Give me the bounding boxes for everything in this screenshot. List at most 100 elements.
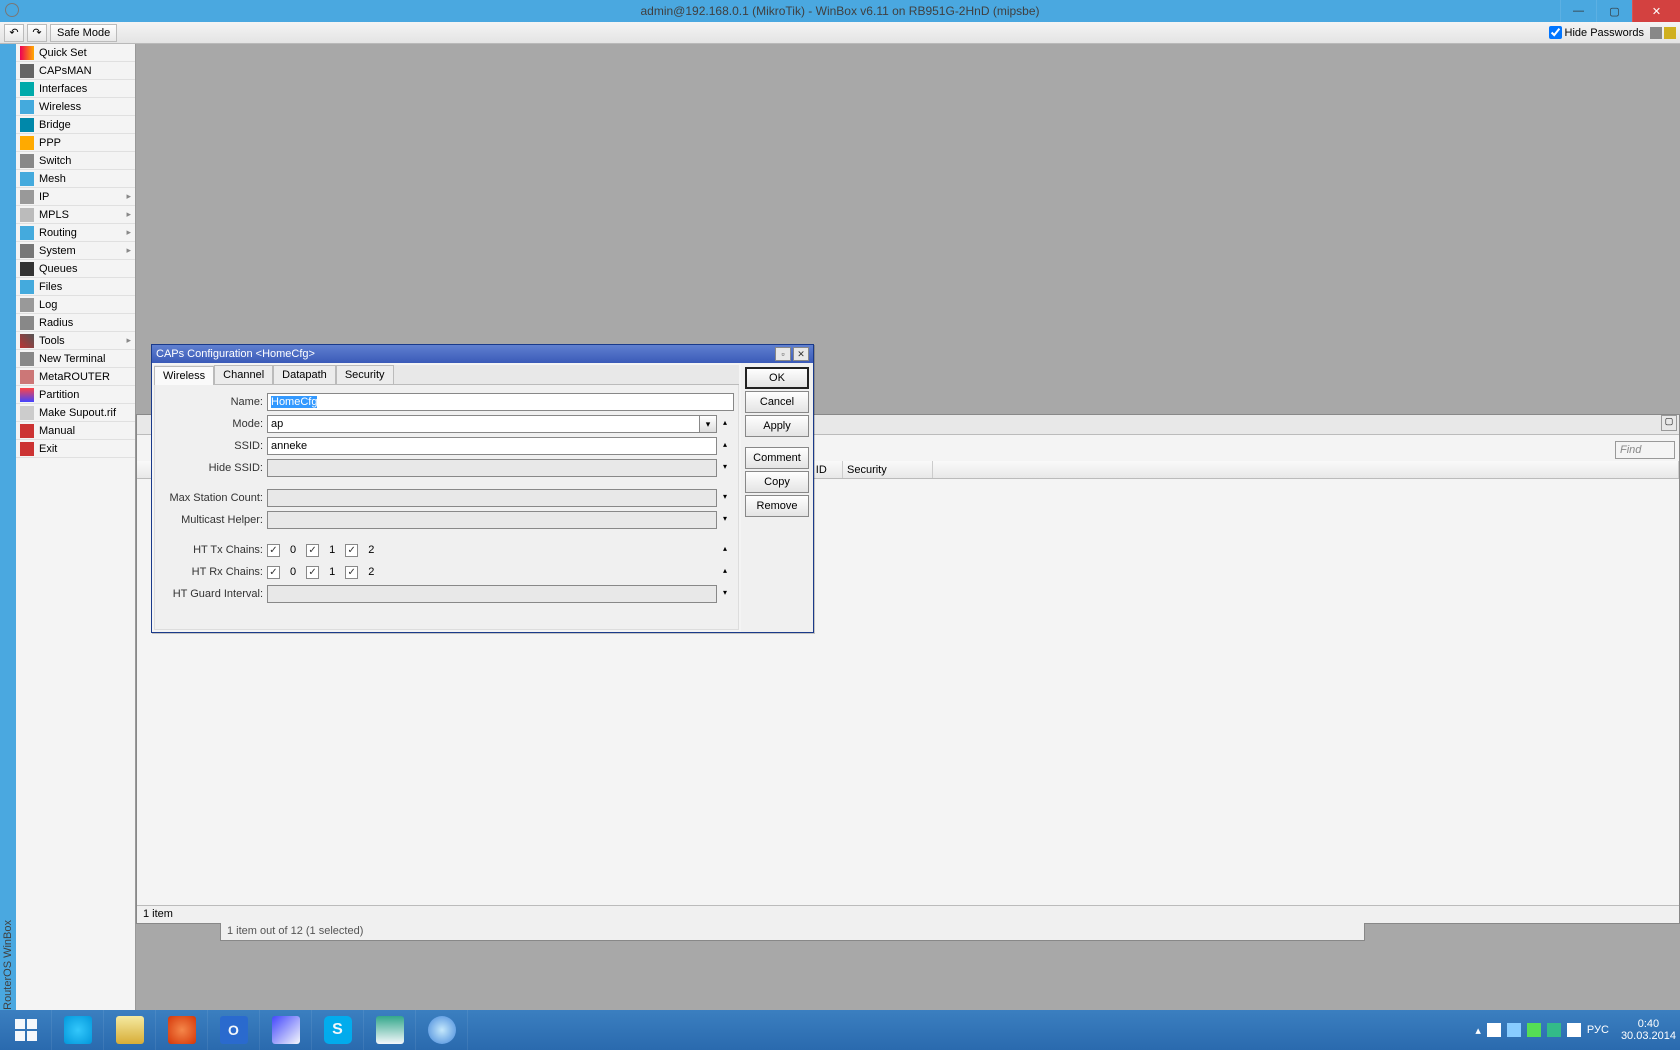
undo-button[interactable]: ↶ bbox=[4, 24, 24, 42]
taskbar-outlook[interactable]: O bbox=[208, 1010, 260, 1050]
sidebar-item-exit[interactable]: Exit bbox=[16, 440, 135, 458]
cancel-button[interactable]: Cancel bbox=[745, 391, 809, 413]
ok-button[interactable]: OK bbox=[745, 367, 809, 389]
taskbar-winbox[interactable] bbox=[416, 1010, 468, 1050]
tab-channel[interactable]: Channel bbox=[214, 365, 273, 384]
taskbar-explorer[interactable] bbox=[104, 1010, 156, 1050]
tab-datapath[interactable]: Datapath bbox=[273, 365, 336, 384]
col-blank bbox=[933, 461, 1679, 478]
taskbar-skype[interactable]: S bbox=[312, 1010, 364, 1050]
col-security[interactable]: Security bbox=[843, 461, 933, 478]
input-max-station[interactable] bbox=[267, 489, 717, 507]
submenu-arrow-icon: ▸ bbox=[126, 227, 131, 238]
rx-chain-1-checkbox[interactable]: ✓ bbox=[306, 566, 319, 579]
i-radius-icon bbox=[20, 316, 34, 330]
tx-chain-2-checkbox[interactable]: ✓ bbox=[345, 544, 358, 557]
guard-down-icon[interactable]: ▾ bbox=[716, 585, 734, 603]
find-input[interactable]: Find bbox=[1615, 441, 1675, 459]
sidebar-item-partition[interactable]: Partition bbox=[16, 386, 135, 404]
mode-up-icon[interactable]: ▴ bbox=[716, 415, 734, 433]
input-hide-ssid[interactable] bbox=[267, 459, 717, 477]
tray-network-icon[interactable] bbox=[1547, 1023, 1561, 1037]
sidebar-item-tools[interactable]: Tools▸ bbox=[16, 332, 135, 350]
sidebar-item-routing[interactable]: Routing▸ bbox=[16, 224, 135, 242]
ssid-up-icon[interactable]: ▴ bbox=[716, 437, 734, 455]
dialog-close-button[interactable]: ✕ bbox=[793, 347, 809, 361]
safe-mode-button[interactable]: Safe Mode bbox=[50, 24, 117, 42]
tab-security[interactable]: Security bbox=[336, 365, 394, 384]
taskbar-app5[interactable] bbox=[260, 1010, 312, 1050]
sidebar-item-switch[interactable]: Switch bbox=[16, 152, 135, 170]
dialog-restore-button[interactable]: ▫ bbox=[775, 347, 791, 361]
taskbar-firefox[interactable] bbox=[156, 1010, 208, 1050]
sidebar-item-quick-set[interactable]: Quick Set bbox=[16, 44, 135, 62]
tx-up-icon[interactable]: ▴ bbox=[716, 541, 734, 559]
i-ppp-icon bbox=[20, 136, 34, 150]
sidebar-item-wireless[interactable]: Wireless bbox=[16, 98, 135, 116]
sidebar-item-system[interactable]: System▸ bbox=[16, 242, 135, 260]
tray-flag-icon[interactable] bbox=[1487, 1023, 1501, 1037]
sidebar-item-mpls[interactable]: MPLS▸ bbox=[16, 206, 135, 224]
input-ssid[interactable]: anneke bbox=[267, 437, 717, 455]
hide-passwords-checkbox[interactable] bbox=[1549, 26, 1562, 39]
comment-button[interactable]: Comment bbox=[745, 447, 809, 469]
rx-chain-2-checkbox[interactable]: ✓ bbox=[345, 566, 358, 579]
minimize-button[interactable]: — bbox=[1560, 0, 1596, 22]
apply-button[interactable]: Apply bbox=[745, 415, 809, 437]
i-queue-icon bbox=[20, 262, 34, 276]
input-name[interactable]: HomeCfg bbox=[267, 393, 734, 411]
mode-dropdown-icon[interactable]: ▾ bbox=[699, 415, 717, 433]
sidebar-item-files[interactable]: Files bbox=[16, 278, 135, 296]
start-button[interactable] bbox=[0, 1010, 52, 1050]
hide-ssid-down-icon[interactable]: ▾ bbox=[716, 459, 734, 477]
sidebar-item-capsman[interactable]: CAPsMAN bbox=[16, 62, 135, 80]
sidebar-item-mesh[interactable]: Mesh bbox=[16, 170, 135, 188]
rx-chain-0-checkbox[interactable]: ✓ bbox=[267, 566, 280, 579]
label-name: Name: bbox=[159, 396, 267, 408]
copy-button[interactable]: Copy bbox=[745, 471, 809, 493]
tray-clock[interactable]: 0:40 30.03.2014 bbox=[1621, 1018, 1676, 1042]
tx-chain-1-checkbox[interactable]: ✓ bbox=[306, 544, 319, 557]
dialog-titlebar[interactable]: CAPs Configuration <HomeCfg> ▫ ✕ bbox=[152, 345, 813, 363]
bg-status-bar: 1 item bbox=[137, 905, 1679, 923]
rx-up-icon[interactable]: ▴ bbox=[716, 563, 734, 581]
maximize-button[interactable]: ▢ bbox=[1596, 0, 1632, 22]
sidebar-item-ppp[interactable]: PPP bbox=[16, 134, 135, 152]
max-station-down-icon[interactable]: ▾ bbox=[716, 489, 734, 507]
input-ht-guard[interactable] bbox=[267, 585, 717, 603]
sidebar-item-metarouter[interactable]: MetaROUTER bbox=[16, 368, 135, 386]
input-multicast[interactable] bbox=[267, 511, 717, 529]
taskbar-ie[interactable] bbox=[52, 1010, 104, 1050]
tray-up-icon[interactable]: ▴ bbox=[1475, 1024, 1481, 1037]
sidebar-item-make-supout-rif[interactable]: Make Supout.rif bbox=[16, 404, 135, 422]
sidebar-item-log[interactable]: Log bbox=[16, 296, 135, 314]
tray-icon-3[interactable] bbox=[1527, 1023, 1541, 1037]
i-bridge-icon bbox=[20, 118, 34, 132]
input-mode[interactable]: ap bbox=[267, 415, 700, 433]
sidebar-item-manual[interactable]: Manual bbox=[16, 422, 135, 440]
label-ht-guard: HT Guard Interval: bbox=[159, 588, 267, 600]
tab-wireless[interactable]: Wireless bbox=[154, 366, 214, 385]
sidebar-item-interfaces[interactable]: Interfaces bbox=[16, 80, 135, 98]
caps-config-dialog: CAPs Configuration <HomeCfg> ▫ ✕ Wireles… bbox=[151, 344, 814, 633]
sidebar-item-ip[interactable]: IP▸ bbox=[16, 188, 135, 206]
sidebar-item-new-terminal[interactable]: New Terminal bbox=[16, 350, 135, 368]
taskbar-app7[interactable] bbox=[364, 1010, 416, 1050]
label-ht-tx: HT Tx Chains: bbox=[159, 544, 267, 556]
sidebar-item-bridge[interactable]: Bridge bbox=[16, 116, 135, 134]
close-button[interactable]: ✕ bbox=[1632, 0, 1680, 22]
i-route-icon bbox=[20, 226, 34, 240]
sidebar-item-radius[interactable]: Radius bbox=[16, 314, 135, 332]
tx-chain-0-checkbox[interactable]: ✓ bbox=[267, 544, 280, 557]
multicast-down-icon[interactable]: ▾ bbox=[716, 511, 734, 529]
tray-speaker-icon[interactable] bbox=[1567, 1023, 1581, 1037]
remove-button[interactable]: Remove bbox=[745, 495, 809, 517]
i-mesh-icon bbox=[20, 172, 34, 186]
sidebar-item-queues[interactable]: Queues bbox=[16, 260, 135, 278]
tray-lang[interactable]: РУС bbox=[1587, 1024, 1609, 1036]
sidebar-item-label: New Terminal bbox=[39, 353, 105, 365]
redo-button[interactable]: ↷ bbox=[27, 24, 47, 42]
bg-window-maximize-button[interactable]: ▢ bbox=[1661, 415, 1677, 431]
sidebar-item-label: Radius bbox=[39, 317, 73, 329]
tray-icon-2[interactable] bbox=[1507, 1023, 1521, 1037]
